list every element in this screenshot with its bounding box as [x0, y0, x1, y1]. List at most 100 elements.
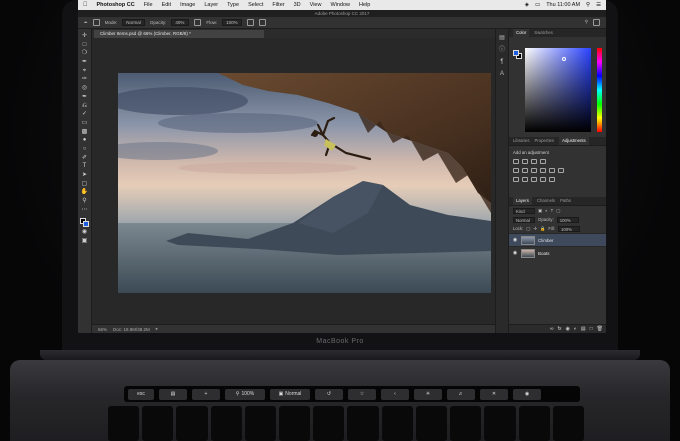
- pressure-size-icon[interactable]: [258, 19, 266, 26]
- layer-name[interactable]: Boats: [538, 251, 550, 256]
- threshold-icon[interactable]: [531, 177, 537, 182]
- key[interactable]: [279, 406, 311, 441]
- menu-image[interactable]: Image: [180, 2, 195, 8]
- pen-tool-icon[interactable]: ✐: [81, 155, 89, 162]
- shape-tool-icon[interactable]: ▢: [81, 181, 89, 188]
- tab-swatches[interactable]: Swatches: [534, 29, 553, 37]
- filter-pixel-icon[interactable]: ▣: [538, 208, 542, 214]
- menu-view[interactable]: View: [310, 2, 322, 8]
- search-icon[interactable]: ⚲: [586, 2, 590, 8]
- layer-name[interactable]: Climber: [538, 238, 554, 243]
- kind-filter-select[interactable]: Kind: [513, 207, 535, 214]
- quick-select-tool-icon[interactable]: ✒: [81, 59, 89, 66]
- menu-3d[interactable]: 3D: [294, 2, 301, 8]
- fill-field[interactable]: 100%: [558, 225, 580, 232]
- battery-icon[interactable]: ▭: [535, 2, 540, 8]
- layer-style-icon[interactable]: fx: [558, 326, 562, 332]
- panel-foreground-swatch[interactable]: [513, 50, 519, 56]
- workspace-icon[interactable]: [593, 19, 600, 26]
- touchbar-siri-icon[interactable]: ◉: [513, 388, 541, 400]
- tab-color[interactable]: Color: [513, 29, 530, 37]
- menu-select[interactable]: Select: [248, 2, 263, 8]
- opacity-field[interactable]: 40%: [171, 19, 190, 26]
- type-tool-icon[interactable]: T: [81, 163, 89, 170]
- healing-brush-tool-icon[interactable]: ◎: [81, 85, 89, 92]
- history-icon[interactable]: ▤: [499, 35, 506, 41]
- history-brush-tool-icon[interactable]: ✓: [81, 111, 89, 118]
- touchbar-brush-icon[interactable]: ▤: [159, 388, 187, 400]
- key[interactable]: [108, 406, 140, 441]
- canvas-area[interactable]: [92, 38, 506, 324]
- mode-select[interactable]: Normal: [122, 19, 145, 26]
- marquee-tool-icon[interactable]: □: [81, 42, 89, 49]
- menu-window[interactable]: Window: [330, 2, 350, 8]
- key[interactable]: [244, 406, 277, 441]
- black-white-icon[interactable]: [540, 168, 546, 173]
- brush-tool-icon[interactable]: ✒: [84, 20, 88, 26]
- touchbar-blend-button[interactable]: ▣ Normal: [270, 388, 310, 400]
- brush-tool-icon[interactable]: ✒: [81, 94, 89, 101]
- posterize-icon[interactable]: [522, 177, 528, 182]
- notification-icon[interactable]: ☰: [596, 2, 601, 8]
- hand-tool-icon[interactable]: ✋: [81, 189, 89, 196]
- exposure-icon[interactable]: [540, 159, 546, 164]
- invert-icon[interactable]: [513, 177, 519, 182]
- eye-icon[interactable]: ◉: [512, 250, 518, 256]
- layer-opacity-field[interactable]: 100%: [556, 216, 579, 223]
- key[interactable]: [176, 406, 208, 441]
- channel-mixer-icon[interactable]: [558, 168, 564, 173]
- key[interactable]: [415, 406, 448, 441]
- key[interactable]: [381, 406, 413, 441]
- touchbar-zoom-button[interactable]: ⚲ 100%: [225, 388, 265, 400]
- gradient-map-icon[interactable]: [540, 177, 546, 182]
- lock-pixels-icon[interactable]: ▢: [526, 226, 530, 232]
- screen-mode-icon[interactable]: ▣: [81, 238, 89, 245]
- new-adjustment-icon[interactable]: ◐: [574, 326, 577, 332]
- brush-preset-picker[interactable]: [92, 19, 100, 26]
- apple-icon[interactable]: : [83, 2, 88, 8]
- eyedropper-tool-icon[interactable]: ✑: [81, 76, 89, 83]
- touchbar-esc-button[interactable]: esc: [128, 388, 154, 400]
- link-layers-icon[interactable]: ∞: [550, 326, 554, 332]
- key[interactable]: [313, 406, 345, 441]
- menu-filter[interactable]: Filter: [272, 2, 284, 8]
- key[interactable]: [450, 406, 482, 441]
- clone-stamp-tool-icon[interactable]: ⎌: [81, 103, 89, 110]
- lock-position-icon[interactable]: ✛: [533, 226, 537, 232]
- selective-color-icon[interactable]: [549, 177, 555, 182]
- paragraph-icon[interactable]: ¶: [499, 59, 506, 65]
- document-tab[interactable]: Climber Items.psd @ 66% (Climber, RGB/8)…: [94, 30, 264, 38]
- touchbar-brightness-icon[interactable]: ☀: [414, 388, 442, 400]
- dodge-tool-icon[interactable]: ○: [81, 146, 89, 153]
- doc-info[interactable]: Doc: 18.8M/38.2M: [113, 327, 150, 332]
- tab-layers[interactable]: Layers: [513, 197, 532, 205]
- tab-channels[interactable]: Channels: [537, 197, 555, 205]
- curves-icon[interactable]: [531, 159, 537, 164]
- status-arrow-icon[interactable]: ▸: [156, 326, 158, 332]
- color-swatches[interactable]: [80, 218, 89, 228]
- wifi-icon[interactable]: ◈: [525, 2, 529, 8]
- key[interactable]: [210, 406, 242, 441]
- hue-saturation-icon[interactable]: [522, 168, 528, 173]
- touchbar-expand-icon[interactable]: ‹: [381, 388, 409, 400]
- key[interactable]: [484, 406, 516, 441]
- background-color-swatch[interactable]: [83, 221, 89, 228]
- climber-photo[interactable]: [118, 73, 491, 293]
- gradient-tool-icon[interactable]: ▩: [81, 129, 89, 136]
- color-picker-field[interactable]: [525, 48, 591, 132]
- flow-field[interactable]: 100%: [222, 19, 242, 26]
- touchbar-plus-icon[interactable]: +: [192, 388, 220, 400]
- tab-libraries[interactable]: Libraries: [513, 137, 529, 145]
- menu-layer[interactable]: Layer: [204, 2, 218, 8]
- delete-layer-icon[interactable]: 🗑: [597, 326, 603, 332]
- add-mask-icon[interactable]: ◉: [565, 326, 569, 332]
- character-icon[interactable]: A: [499, 71, 506, 77]
- menu-app-name[interactable]: Photoshop CC: [97, 2, 135, 8]
- blur-tool-icon[interactable]: ●: [81, 137, 89, 144]
- key[interactable]: [552, 406, 584, 441]
- eraser-tool-icon[interactable]: ▭: [81, 120, 89, 127]
- vibrance-icon[interactable]: [513, 168, 519, 173]
- eye-icon[interactable]: ◉: [512, 237, 518, 243]
- menu-type[interactable]: Type: [227, 2, 239, 8]
- key[interactable]: [142, 406, 174, 441]
